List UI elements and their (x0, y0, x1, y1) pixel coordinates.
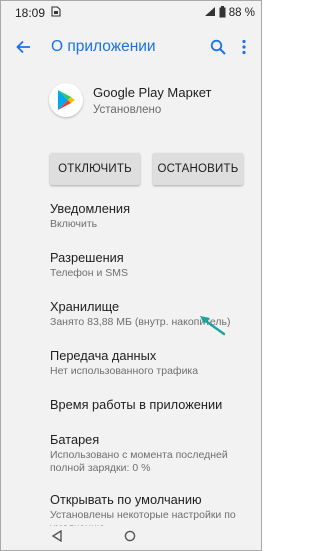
battery-percent: 88 % (228, 7, 255, 19)
app-info-screen: 18:09 88 % О приложении Google Play Марк… (0, 0, 262, 551)
search-icon (210, 39, 226, 55)
force-stop-button[interactable]: ОСТАНОВИТЬ (153, 153, 243, 185)
app-header: Google Play Маркет Установлено (1, 71, 261, 129)
list-item-battery[interactable]: Батарея Использовано с момента последней… (50, 432, 253, 475)
status-bar: 18:09 88 % (1, 1, 261, 25)
back-triangle-icon (51, 529, 62, 543)
list-item-notifications[interactable]: Уведомления Включить (50, 201, 253, 231)
list-item-data-usage[interactable]: Передача данных Нет использованного траф… (50, 348, 253, 378)
list-item-title: Открывать по умолчанию (50, 492, 202, 507)
app-install-status: Установлено (93, 103, 162, 116)
list-item-subtitle: Телефон и SMS (50, 267, 129, 279)
annotation-arrow-icon (200, 316, 226, 336)
list-item-permissions[interactable]: Разрешения Телефон и SMS (50, 250, 253, 280)
list-item-screen-time[interactable]: Время работы в приложении (50, 397, 253, 413)
more-vert-icon (242, 39, 246, 55)
list-item-title: Батарея (50, 432, 100, 447)
back-button[interactable] (9, 33, 37, 61)
home-circle-icon (124, 530, 136, 542)
settings-list: Уведомления Включить Разрешения Телефон … (1, 201, 261, 535)
list-item-title: Время работы в приложении (50, 397, 223, 412)
navigation-bar (1, 526, 261, 550)
search-button[interactable] (205, 33, 231, 61)
action-buttons: ОТКЛЮЧИТЬ ОСТАНОВИТЬ (1, 153, 261, 185)
list-item-title: Разрешения (50, 250, 124, 265)
list-item-title: Уведомления (50, 201, 131, 216)
signal-icon (204, 6, 216, 20)
status-right: 88 % (204, 5, 255, 21)
google-play-icon (49, 83, 83, 117)
app-name: Google Play Маркет (93, 84, 212, 100)
battery-icon (219, 5, 226, 21)
more-options-button[interactable] (231, 33, 257, 61)
list-item-subtitle: Нет использованного трафика (50, 365, 199, 377)
disable-button[interactable]: ОТКЛЮЧИТЬ (50, 153, 140, 185)
nav-back-button[interactable] (51, 529, 62, 547)
list-item-subtitle: Включить (50, 218, 98, 230)
app-meta: Google Play Маркет Установлено (93, 85, 211, 116)
status-time: 18:09 (15, 6, 46, 20)
page-title: О приложении (51, 38, 156, 55)
app-bar: О приложении (1, 29, 261, 65)
status-left: 18:09 (15, 6, 61, 20)
back-arrow-icon (16, 40, 30, 54)
nav-home-button[interactable] (124, 529, 136, 547)
list-item-subtitle: Использовано с момента последней полной … (50, 449, 228, 474)
sim-icon (51, 6, 61, 20)
list-item-title: Передача данных (50, 348, 157, 363)
